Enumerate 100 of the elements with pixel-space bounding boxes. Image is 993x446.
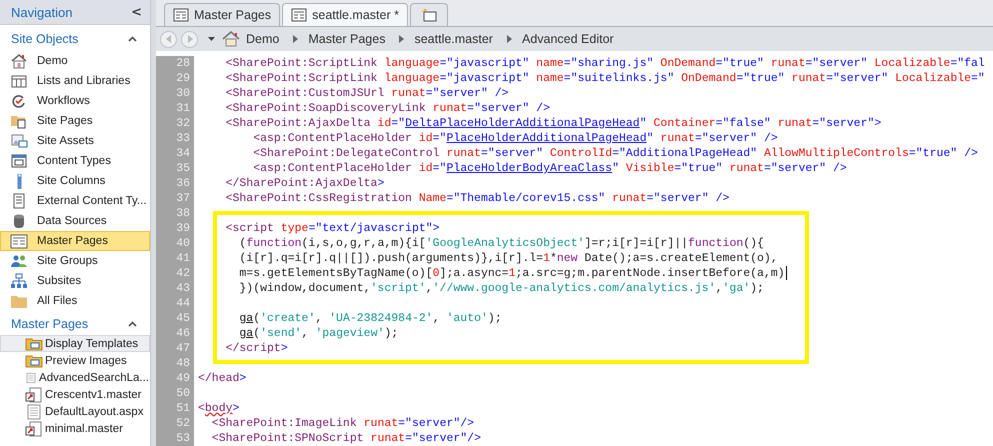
line-number: 43 (176, 282, 190, 295)
folder-icon (25, 336, 43, 350)
code-line: <SharePoint:CustomJSUrl runat="server" /> (224, 86, 509, 101)
nav-item[interactable]: All Files (0, 291, 150, 311)
line-number: 35 (176, 162, 190, 175)
breadcrumb-link[interactable]: Advanced Editor (520, 32, 620, 46)
code-line: </head> (198, 371, 246, 386)
line-number: 31 (176, 102, 190, 115)
home-icon (222, 31, 240, 47)
chevron-icon[interactable] (128, 36, 137, 42)
line-number: 38 (176, 207, 190, 220)
code-line: m=s.getElementsByTagName(o)[0];a.async=1;a.src=g;m.parentNode.insertBefore(a,m) (239, 266, 785, 281)
nav-item[interactable]: Data Sources (0, 211, 150, 231)
section-title: Master Pages (11, 317, 88, 331)
line-number: 30 (176, 87, 190, 100)
separator-icon (399, 35, 404, 43)
home-icon (10, 53, 28, 69)
nav-item[interactable]: Site Groups (0, 251, 150, 271)
line-number: 42 (176, 267, 190, 280)
code-line: (function(i,s,o,g,r,a,m){i['GoogleAnalyticsObject']=r;i[r]=i[r]||function(){ (239, 236, 764, 251)
nav-item[interactable]: Site Assets (0, 131, 150, 151)
code-line: ga('create', 'UA-23824984-2', 'auto'); (239, 311, 502, 326)
nav-item[interactable]: Master Pages (0, 231, 150, 251)
line-number: 48 (176, 357, 190, 370)
chevron-icon[interactable] (128, 321, 137, 327)
forward-icon (186, 35, 194, 43)
back-icon (164, 35, 172, 43)
table-icon (10, 73, 28, 89)
file-item[interactable]: Preview Images (0, 352, 150, 369)
line-number: 49 (176, 372, 190, 385)
nav-item[interactable]: Workflows (0, 91, 150, 111)
code-line: <asp:ContentPlaceHolder id="PlaceHolderAdditionalPageHead" runat="server" /> (252, 131, 778, 146)
line-number: 41 (176, 252, 190, 265)
code-line: <SharePoint:ImageLink runat="server"/> (210, 416, 474, 431)
nav-item[interactable]: External Content Ty... (0, 191, 150, 211)
folder-page-icon (10, 113, 28, 129)
code-line: })(window,document,'script','//www.google-analytics.com/analytics.js','ga'); (239, 281, 764, 296)
line-number: 29 (176, 72, 190, 85)
separator-icon (293, 35, 298, 43)
text-cursor (786, 266, 787, 280)
code-line: </script> (224, 341, 288, 356)
line-number: 46 (176, 327, 190, 340)
page-icon (173, 8, 189, 22)
nav-item[interactable]: Site Columns (0, 171, 150, 191)
people-icon (10, 253, 28, 269)
line-number: 47 (176, 342, 190, 355)
file-item[interactable]: Display Templates (0, 335, 150, 352)
column-icon (17, 174, 22, 188)
line-number: 28 (176, 57, 190, 70)
code-line: <script type="text/javascript"> (224, 221, 440, 236)
code-line: <SharePoint:DelegateControl runat="server" ControlId="AdditionalPageHead" AllowMultipleControls="true" /> (252, 146, 978, 161)
line-number: 33 (176, 132, 190, 145)
window-icon (10, 153, 28, 169)
line-number: 44 (176, 297, 190, 310)
breadcrumb-link[interactable]: Demo (244, 32, 286, 46)
line-number: 51 (176, 402, 190, 415)
line-number: 40 (176, 237, 190, 250)
nav-item[interactable]: Lists and Libraries (0, 71, 150, 91)
folder-icon (10, 293, 28, 309)
nav-item[interactable]: Demo (0, 51, 150, 71)
master-page-icon (25, 420, 43, 436)
code-line: <SharePoint:AjaxDelta id="DeltaPlaceHolderAdditionalPageHead" Container="false" runat="server"> (224, 116, 882, 131)
hierarchy-icon (10, 273, 28, 289)
code-line: <SharePoint:SoapDiscoveryLink runat="server" /> (224, 101, 550, 116)
new-tab-icon (420, 8, 437, 22)
new-tab-button[interactable] (410, 3, 448, 26)
dropdown-icon[interactable] (208, 37, 215, 41)
line-number: 39 (176, 222, 190, 235)
document-icon (25, 404, 43, 420)
nav-item[interactable]: Content Types (0, 151, 150, 171)
line-number: 45 (176, 312, 190, 325)
document-tab[interactable]: Master Pages (164, 3, 280, 26)
collapse-button[interactable]: < (131, 4, 142, 20)
nav-item[interactable]: Site Pages (0, 111, 150, 131)
code-line: <SharePoint:ScriptLink language="javascript" name="sharing.js" OnDemand="true" runat="server" Localizable="fal (224, 56, 985, 71)
code-line: <body> (198, 401, 240, 416)
breadcrumb-link[interactable]: seattle.master (412, 32, 499, 46)
master-page-icon (25, 386, 43, 402)
code-line: (i[r].q=i[r].q||[]).push(arguments)},i[r].l=1*new Date();a=s.createElement(o), (239, 251, 778, 266)
folder-icon (25, 354, 43, 368)
page-icon (291, 8, 308, 22)
line-number: 34 (176, 147, 190, 160)
code-line: <asp:ContentPlaceHolder id="PlaceHolderBodyAreaClass" Visible="true" runat="server" /> (252, 161, 847, 176)
line-number: 53 (176, 432, 190, 445)
code-line: <SharePoint:SPNoScript runat="server"/> (210, 431, 481, 446)
document-tab[interactable]: seattle.master * (282, 3, 408, 26)
line-number: 32 (176, 117, 190, 130)
file-item[interactable]: minimal.master (0, 420, 150, 437)
image-icon (10, 133, 28, 149)
file-item[interactable]: AdvancedSearchLa... (0, 369, 150, 386)
file-item[interactable]: DefaultLayout.aspx (0, 403, 150, 420)
nav-item[interactable]: Subsites (0, 271, 150, 291)
code-line: <SharePoint:ScriptLink language="javascript" name="suitelinks.js" OnDemand="true" runat="server" Localizable=" (224, 71, 985, 86)
line-number: 37 (176, 192, 190, 205)
file-item[interactable]: Crescentv1.master (0, 386, 150, 403)
line-number: 50 (176, 387, 190, 400)
breadcrumb-link[interactable]: Master Pages (306, 32, 392, 46)
page-icon (10, 233, 28, 249)
workflow-icon (10, 93, 28, 109)
code-line: </SharePoint:AjaxDelta> (224, 176, 384, 191)
